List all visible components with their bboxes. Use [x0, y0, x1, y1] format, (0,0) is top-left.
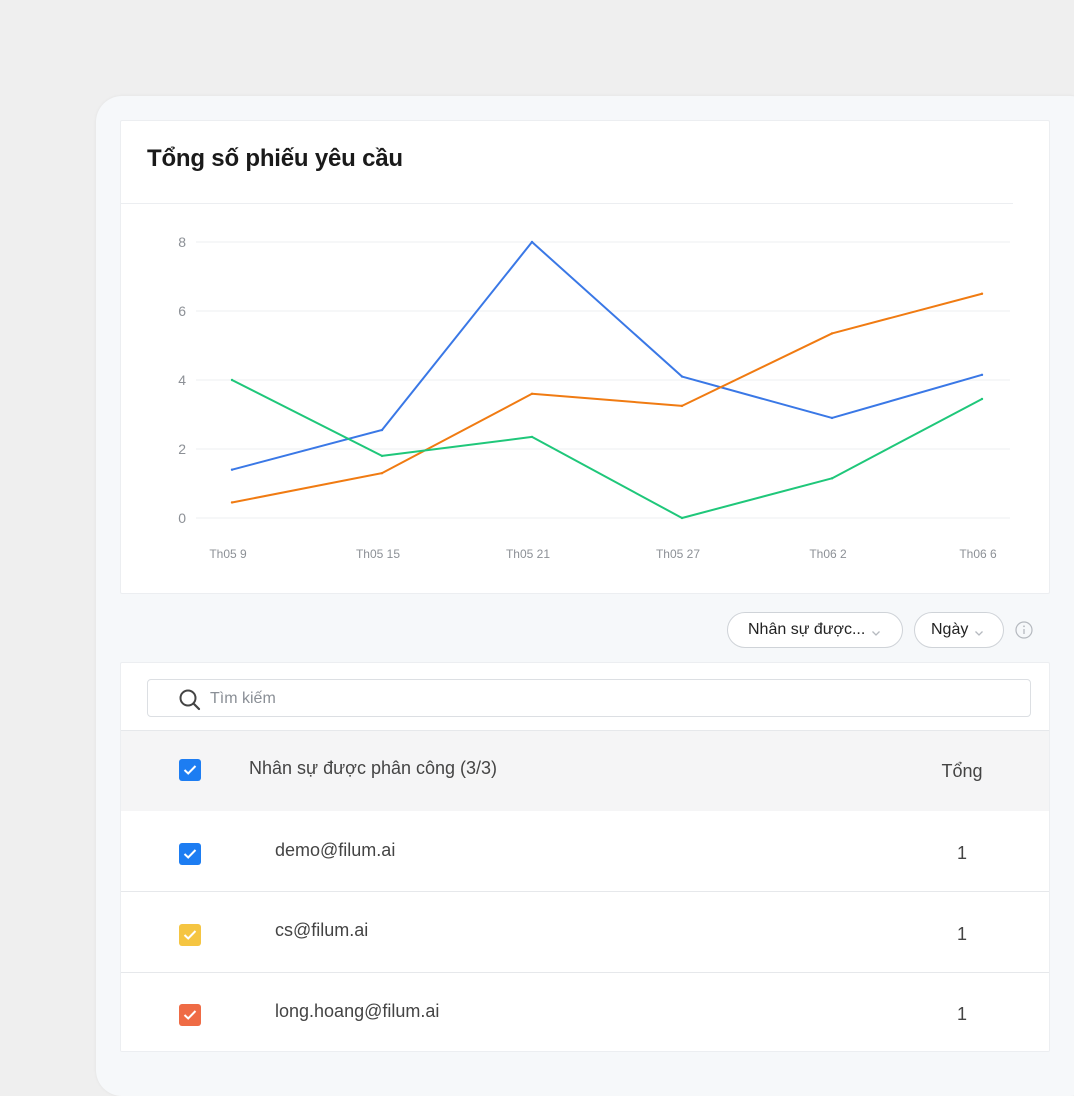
data-point [680, 404, 684, 408]
x-tick-label: Th06 2 [809, 547, 847, 561]
column-header-assignee: Nhân sự được phân công (3/3) [249, 758, 498, 778]
chevron-down-icon [871, 625, 881, 636]
table-header: Nhân sự được phân công (3/3) Tổng [121, 730, 1049, 812]
search-input[interactable] [208, 680, 992, 718]
row-checkbox[interactable] [179, 843, 201, 865]
table-row: long.hoang@filum.ai 1 [121, 973, 1049, 1051]
check-icon [183, 930, 197, 940]
assignee-total: 1 [956, 1004, 967, 1024]
assignee-total: 1 [956, 843, 967, 863]
data-point [980, 292, 984, 295]
data-point [830, 416, 834, 420]
assignee-email: cs@filum.ai [275, 920, 369, 940]
assignee-table-card: Nhân sự được phân công (3/3) Tổng demo@f… [120, 662, 1050, 1052]
data-point [980, 397, 984, 401]
table-row: demo@filum.ai 1 [121, 811, 1049, 892]
y-tick-label: 8 [178, 234, 186, 250]
data-point [230, 501, 234, 504]
info-icon[interactable] [1015, 621, 1033, 639]
check-icon [183, 765, 197, 775]
period-filter-label: Ngày [931, 621, 969, 638]
row-checkbox[interactable] [179, 924, 201, 946]
check-icon [183, 849, 197, 859]
x-tick-label: Th05 21 [506, 547, 550, 561]
data-point [530, 435, 534, 439]
data-point [680, 375, 684, 378]
column-header-total: Tổng [941, 761, 983, 781]
data-point [980, 373, 984, 377]
chevron-down-icon [974, 625, 984, 636]
row-checkbox[interactable] [179, 1004, 201, 1026]
data-point [380, 428, 384, 432]
x-tick-label: Th05 9 [209, 547, 247, 561]
check-icon [183, 1010, 197, 1020]
data-point [230, 468, 234, 471]
table-row: cs@filum.ai 1 [121, 892, 1049, 973]
assignee-email: long.hoang@filum.ai [275, 1001, 440, 1021]
data-point [380, 454, 384, 458]
period-filter-dropdown[interactable]: Ngày [914, 612, 1004, 648]
assignee-filter-dropdown[interactable]: Nhân sự được... [727, 612, 903, 648]
y-tick-label: 6 [178, 303, 186, 319]
data-point [530, 240, 534, 244]
assignee-filter-label: Nhân sự được... [748, 621, 866, 638]
line-chart: 0 2 4 6 8 Th05 9 Th05 15 Th05 21 Th05 27 Th06 2 Th… [178, 234, 1010, 561]
data-point [230, 378, 234, 382]
data-point [680, 516, 684, 520]
x-tick-label: Th06 6 [959, 547, 997, 561]
x-tick-label: Th05 27 [656, 547, 700, 561]
data-point [830, 477, 834, 480]
x-tick-label: Th05 15 [356, 547, 400, 561]
y-tick-label: 4 [178, 372, 186, 388]
data-point [530, 392, 534, 395]
select-all-checkbox[interactable] [179, 759, 201, 781]
search-icon [178, 688, 202, 712]
y-tick-label: 0 [178, 510, 186, 526]
search-box[interactable] [147, 679, 1031, 718]
series-line-2 [231, 292, 983, 504]
data-point [830, 332, 834, 335]
assignee-total: 1 [956, 924, 967, 944]
assignee-email: demo@filum.ai [275, 840, 396, 860]
y-tick-label: 2 [178, 441, 186, 457]
data-point [380, 471, 384, 475]
series-line-1 [231, 241, 983, 471]
